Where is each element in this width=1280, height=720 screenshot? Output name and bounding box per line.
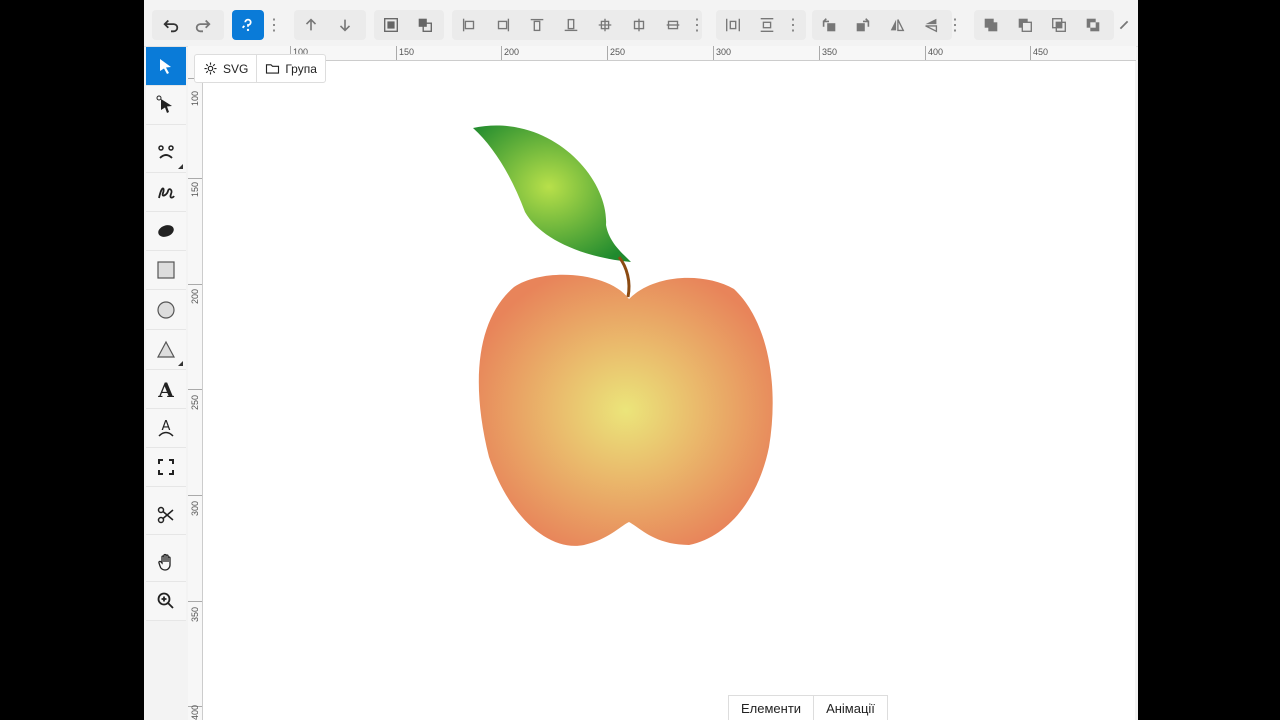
breadcrumb-label: SVG — [223, 61, 249, 76]
bottom-tabs: Елементи Анімації — [728, 695, 888, 720]
align-right-icon[interactable] — [488, 10, 518, 40]
align-left-icon[interactable] — [454, 10, 484, 40]
help-icon[interactable] — [232, 10, 264, 40]
scissors-icon[interactable] — [146, 496, 186, 535]
distribute-icon[interactable] — [658, 10, 688, 40]
breadcrumb-label: Група — [285, 61, 317, 76]
ruler-label: 400 — [928, 47, 944, 57]
move-down-icon[interactable] — [330, 10, 360, 40]
text-icon[interactable]: A — [146, 370, 186, 409]
ruler-label: 400 — [190, 704, 200, 720]
ruler-label: 150 — [399, 47, 415, 57]
exclude-icon[interactable] — [1078, 10, 1108, 40]
triangle-icon[interactable] — [146, 331, 186, 370]
distribute-h-icon[interactable] — [718, 10, 748, 40]
redo-icon[interactable] — [188, 10, 218, 40]
drawing-canvas[interactable] — [203, 61, 1135, 720]
align-middle-icon[interactable] — [624, 10, 654, 40]
freehand-icon[interactable] — [146, 173, 186, 212]
more-icon[interactable]: ⋮ — [689, 10, 705, 40]
peach-artwork[interactable] — [459, 117, 779, 557]
crop-icon[interactable] — [146, 448, 186, 487]
more-icon[interactable]: ⋮ — [266, 10, 282, 40]
circle-icon[interactable] — [146, 291, 186, 330]
breadcrumb: SVG Група — [194, 54, 326, 83]
align-center-icon[interactable] — [590, 10, 620, 40]
zoom-in-icon[interactable] — [146, 582, 186, 621]
gear-icon — [204, 62, 217, 75]
tab-elements[interactable]: Елементи — [729, 696, 813, 720]
intersect-icon[interactable] — [1044, 10, 1074, 40]
rectangle-icon[interactable] — [146, 251, 186, 290]
tool-panel: A A — [146, 47, 186, 621]
ruler-label: 350 — [190, 606, 200, 622]
bring-forward-icon[interactable] — [376, 10, 406, 40]
ruler-label: 150 — [190, 181, 200, 197]
vertical-ruler: 100 150 200 250 300 350 400 — [188, 60, 203, 720]
flip-h-icon[interactable] — [882, 10, 912, 40]
ruler-label: 250 — [610, 47, 626, 57]
align-bottom-icon[interactable] — [556, 10, 586, 40]
move-up-icon[interactable] — [296, 10, 326, 40]
node-select-icon[interactable] — [146, 86, 186, 125]
rotate-right-icon[interactable] — [848, 10, 878, 40]
peach-fruit[interactable] — [478, 274, 773, 546]
ruler-label: 450 — [1033, 47, 1049, 57]
ruler-label: 200 — [190, 288, 200, 304]
rotate-left-icon[interactable] — [814, 10, 844, 40]
breadcrumb-svg[interactable]: SVG — [195, 55, 256, 82]
send-backward-icon[interactable] — [410, 10, 440, 40]
peach-leaf[interactable] — [473, 125, 631, 262]
editor-window: ⋮ ⋮ ⋮ ⋮ A A 100 150 200 250 300 350 400 … — [144, 0, 1138, 720]
distribute-v-icon[interactable] — [752, 10, 782, 40]
more-icon[interactable]: ⋮ — [947, 10, 963, 40]
flip-v-icon[interactable] — [916, 10, 946, 40]
undo-icon[interactable] — [156, 10, 186, 40]
ruler-label: 350 — [822, 47, 838, 57]
more-icon[interactable]: ⋮ — [785, 10, 801, 40]
ruler-label: 250 — [190, 394, 200, 410]
ellipse-filled-icon[interactable] — [146, 212, 186, 251]
breadcrumb-group[interactable]: Група — [256, 55, 325, 82]
folder-icon — [266, 64, 280, 74]
ruler-label: 300 — [716, 47, 732, 57]
face-icon[interactable] — [146, 134, 186, 173]
select-icon[interactable] — [146, 47, 186, 86]
ruler-label: 100 — [190, 90, 200, 106]
subtract-icon[interactable] — [1010, 10, 1040, 40]
ruler-label: 300 — [190, 500, 200, 516]
svg-text:A: A — [162, 419, 171, 434]
tab-animations[interactable]: Анімації — [813, 696, 887, 720]
more-tools-icon[interactable] — [1114, 10, 1134, 40]
ruler-label: 200 — [504, 47, 520, 57]
horizontal-ruler: 100 150 200 250 300 350 400 450 — [188, 46, 1136, 61]
align-top-icon[interactable] — [522, 10, 552, 40]
union-icon[interactable] — [976, 10, 1006, 40]
text-path-icon[interactable]: A — [146, 409, 186, 448]
top-toolbar: ⋮ ⋮ ⋮ ⋮ — [144, 0, 1138, 47]
hand-icon[interactable] — [146, 543, 186, 582]
svg-text:A: A — [157, 379, 174, 399]
